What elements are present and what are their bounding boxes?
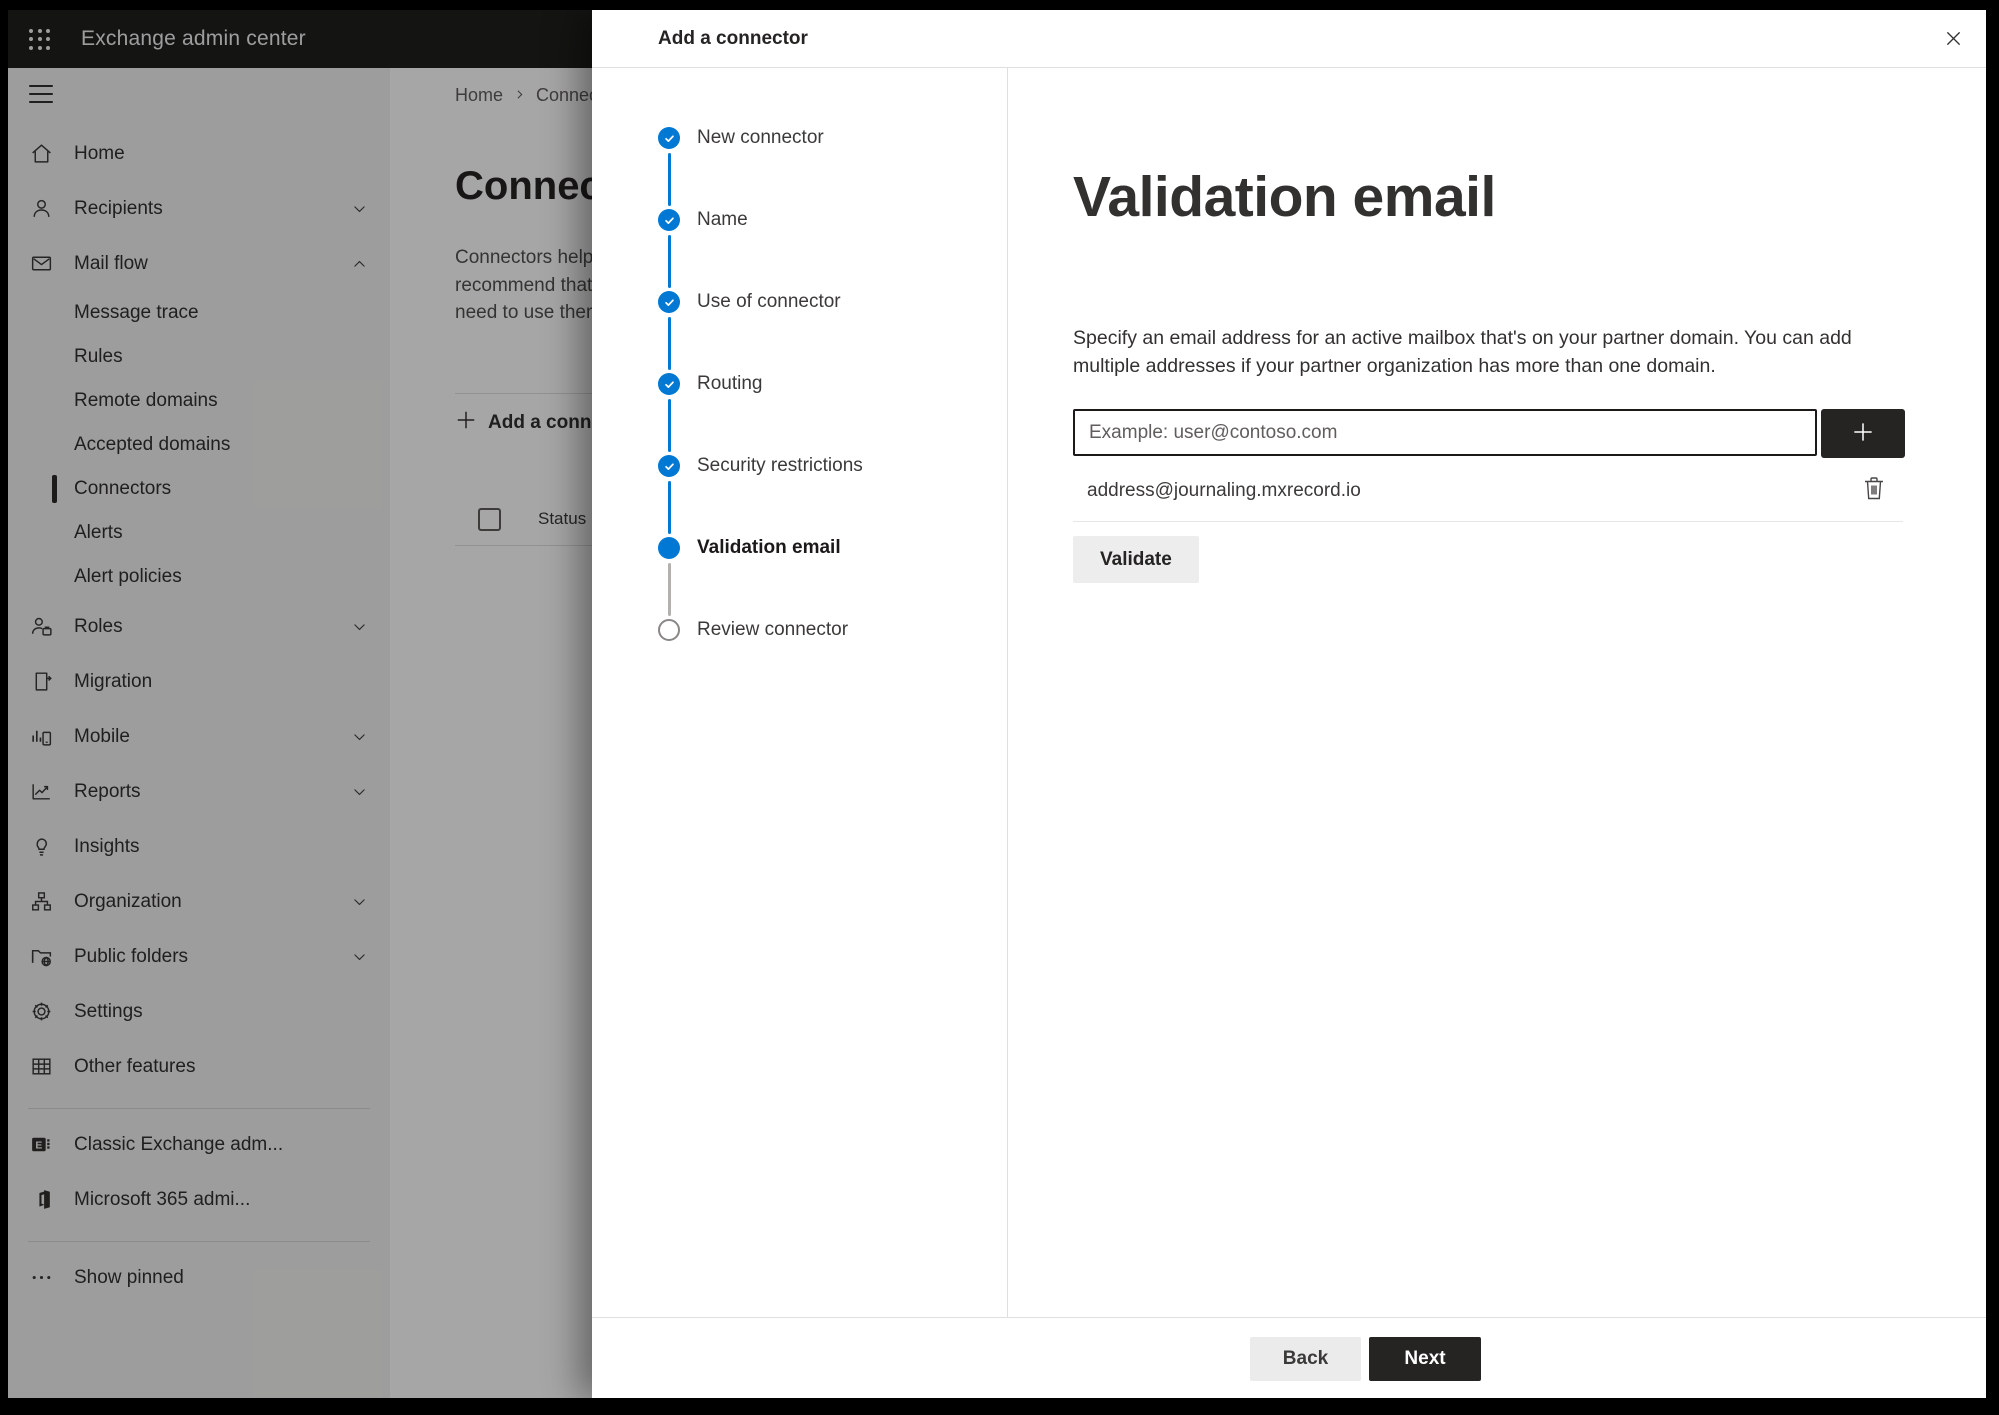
email-entry-row bbox=[1073, 409, 1905, 458]
step-heading: Validation email bbox=[1073, 165, 1496, 229]
stepper-connector-line bbox=[667, 234, 671, 288]
stepper-connector-line bbox=[667, 398, 671, 452]
step-name[interactable]: Name bbox=[697, 209, 748, 231]
stepper-connector-line bbox=[667, 562, 671, 616]
dialog-body: New connector Name Use of connector Routing… bbox=[592, 68, 1986, 1317]
dialog-footer: Back Next bbox=[592, 1317, 1986, 1398]
back-button[interactable]: Back bbox=[1250, 1337, 1361, 1381]
next-button[interactable]: Next bbox=[1369, 1337, 1481, 1381]
trash-icon bbox=[1862, 475, 1886, 507]
check-icon bbox=[662, 377, 677, 392]
validation-email-step-panel: Validation email Specify an email addres… bbox=[1008, 68, 1986, 1317]
step-indicator-new-connector bbox=[658, 127, 680, 149]
stepper-connector-line bbox=[667, 480, 671, 534]
step-review-connector[interactable]: Review connector bbox=[697, 619, 848, 641]
step-indicator-use-of-connector bbox=[658, 291, 680, 313]
dialog-header: Add a connector bbox=[592, 10, 1986, 68]
step-routing[interactable]: Routing bbox=[697, 373, 763, 395]
step-indicator-security-restrictions bbox=[658, 455, 680, 477]
added-address-row: address@journaling.mxrecord.io bbox=[1073, 460, 1903, 522]
close-icon[interactable] bbox=[1936, 21, 1970, 55]
validation-email-input[interactable] bbox=[1073, 409, 1817, 456]
add-email-button[interactable] bbox=[1821, 409, 1905, 458]
check-icon bbox=[662, 213, 677, 228]
app-window: Exchange admin center Home Recipients Mail… bbox=[8, 10, 1986, 1398]
check-icon bbox=[662, 459, 677, 474]
step-description: Specify an email address for an active m… bbox=[1073, 327, 1852, 377]
stepper-connector-line bbox=[667, 152, 671, 206]
plus-icon bbox=[1850, 419, 1876, 448]
stepper-connector-line bbox=[667, 316, 671, 370]
check-icon bbox=[662, 295, 677, 310]
delete-address-button[interactable] bbox=[1857, 474, 1891, 508]
step-new-connector[interactable]: New connector bbox=[697, 127, 824, 149]
add-connector-dialog: Add a connector New connector Name Use of … bbox=[592, 10, 1986, 1398]
step-indicator-validation-email bbox=[658, 537, 680, 559]
step-indicator-routing bbox=[658, 373, 680, 395]
added-address: address@journaling.mxrecord.io bbox=[1087, 479, 1361, 501]
step-security-restrictions[interactable]: Security restrictions bbox=[697, 455, 863, 477]
step-validation-email[interactable]: Validation email bbox=[697, 537, 841, 559]
validate-button[interactable]: Validate bbox=[1073, 536, 1199, 583]
step-indicator-review-connector bbox=[658, 619, 680, 641]
step-use-of-connector[interactable]: Use of connector bbox=[697, 291, 841, 313]
dialog-title: Add a connector bbox=[658, 27, 808, 49]
check-icon bbox=[662, 131, 677, 146]
step-indicator-name bbox=[658, 209, 680, 231]
wizard-stepper: New connector Name Use of connector Routing… bbox=[592, 68, 1008, 1317]
